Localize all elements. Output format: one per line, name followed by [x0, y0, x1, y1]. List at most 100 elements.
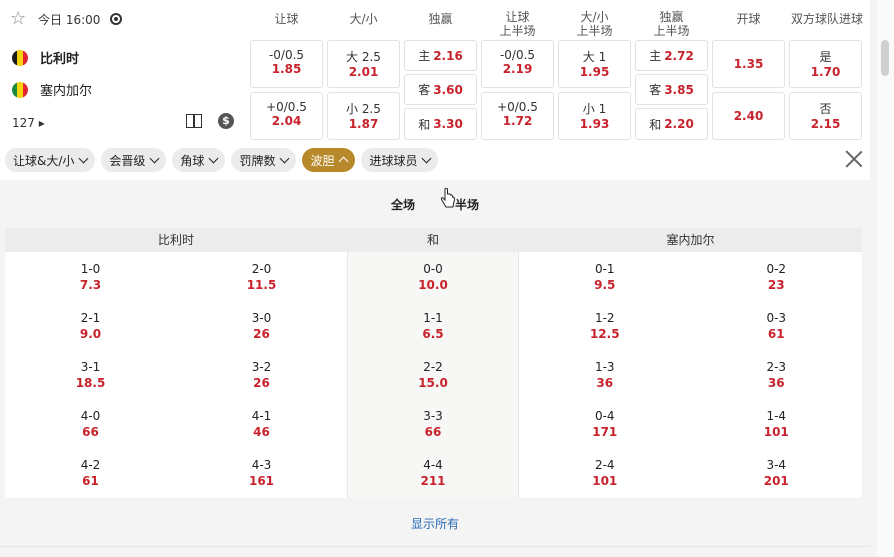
score-odds-button[interactable]: 4-0 66 [5, 399, 176, 448]
score-odds-button[interactable]: 4-1 46 [176, 399, 347, 448]
score-label: 1-4 [766, 409, 787, 423]
score-odds-button[interactable]: 2-4 101 [519, 448, 691, 497]
score-odds-button[interactable]: 0-1 9.5 [519, 252, 691, 301]
score-label: 1-3 [594, 360, 615, 374]
score-odds-button[interactable]: 2-1 9.0 [5, 301, 176, 350]
score-odds-button[interactable]: 1-0 7.3 [5, 252, 176, 301]
odds-button[interactable]: 和 2.20 [635, 108, 708, 140]
filter-chip-cards[interactable]: 罚牌数 [231, 148, 297, 172]
score-label: 4-3 [251, 458, 272, 472]
filter-chip-qualify[interactable]: 会晋级 [101, 148, 167, 172]
score-label: 4-4 [423, 458, 443, 472]
odds-button[interactable]: 小 2.5 1.87 [327, 92, 400, 140]
score-label: 3-4 [766, 458, 787, 472]
col-header-ou: 大/小 [349, 12, 378, 26]
match-time: 今日 16:00 [38, 12, 101, 27]
odds-button[interactable]: 主 2.72 [635, 40, 708, 71]
score-odds-button[interactable]: 0-2 23 [691, 252, 863, 301]
score-odd: 66 [82, 425, 99, 439]
score-odd: 9.5 [594, 278, 616, 292]
odds-button[interactable]: 主 2.16 [404, 40, 477, 71]
score-odd: 9.0 [79, 327, 102, 341]
close-icon[interactable] [845, 150, 863, 168]
belgium-flag-icon [12, 49, 28, 66]
score-label: 0-2 [766, 262, 787, 276]
filter-chip-scorers[interactable]: 进球球员 [361, 148, 439, 172]
score-label: 0-0 [423, 262, 443, 276]
score-odds-button[interactable]: 3-0 26 [176, 301, 347, 350]
score-label: 3-0 [251, 311, 272, 325]
odds-button[interactable]: 和 3.30 [404, 108, 477, 140]
score-odds-button[interactable]: 2-2 15.0 [348, 350, 518, 399]
odds-button[interactable]: 客 3.85 [635, 74, 708, 105]
cashout-icon[interactable]: $ [218, 113, 234, 129]
away-team-name: 塞内加尔 [40, 84, 93, 99]
score-odd: 201 [763, 474, 789, 488]
correct-score-header: 比利时 和 塞内加尔 [5, 228, 862, 252]
odds-button[interactable]: 大 1 1.95 [558, 40, 631, 88]
score-odd: 7.3 [79, 278, 102, 292]
score-odd: 36 [596, 376, 614, 390]
score-odds-button[interactable]: 3-3 66 [348, 399, 518, 448]
live-icon[interactable] [110, 13, 123, 25]
scrollbar-thumb[interactable] [881, 40, 889, 76]
odds-button[interactable]: 客 3.60 [404, 74, 477, 105]
header-away: 塞内加尔 [666, 233, 715, 247]
score-odd: 18.5 [75, 376, 106, 390]
odds-button[interactable]: +0/0.5 1.72 [481, 92, 554, 140]
odds-button[interactable]: 大 2.5 2.01 [327, 40, 400, 88]
score-odd: 12.5 [589, 327, 620, 341]
score-odds-button[interactable]: 0-4 171 [519, 399, 691, 448]
star-icon[interactable]: ☆ [10, 10, 28, 28]
odds-button[interactable]: +0/0.5 2.04 [250, 92, 323, 140]
score-odds-button[interactable]: 1-3 36 [519, 350, 691, 399]
score-label: 4-0 [80, 409, 101, 423]
score-label: 1-0 [80, 262, 101, 276]
score-label: 3-2 [251, 360, 272, 374]
period-tabs: 全场 半场 [0, 196, 870, 213]
score-odd: 211 [420, 474, 446, 488]
filter-chip-correct-score[interactable]: 波胆 [302, 148, 356, 172]
more-markets-link[interactable]: 127 ▸ [12, 116, 45, 130]
score-odds-button[interactable]: 1-1 6.5 [348, 301, 518, 350]
score-odds-button[interactable]: 4-3 161 [176, 448, 347, 497]
chevron-down-icon [280, 153, 290, 163]
odds-button[interactable]: -0/0.5 1.85 [250, 40, 323, 88]
score-odds-button[interactable]: 0-0 10.0 [348, 252, 518, 301]
score-odds-button[interactable]: 3-1 18.5 [5, 350, 176, 399]
odds-button[interactable]: 小 1 1.93 [558, 92, 631, 140]
scrollbar[interactable] [877, 0, 894, 557]
odds-button[interactable]: 是 1.70 [789, 40, 862, 88]
score-odds-button[interactable]: 2-0 11.5 [176, 252, 347, 301]
show-all-link[interactable]: 显示所有 [0, 515, 870, 532]
filter-chip-hdp-ou[interactable]: 让球&大/小 [5, 148, 96, 172]
score-odds-button[interactable]: 3-2 26 [176, 350, 347, 399]
score-odds-button[interactable]: 4-2 61 [5, 448, 176, 497]
col-header-hdp: 让球 [274, 12, 299, 26]
score-odds-button[interactable]: 0-3 61 [691, 301, 863, 350]
score-odds-button[interactable]: 1-2 12.5 [519, 301, 691, 350]
score-odd: 15.0 [418, 376, 448, 390]
score-label: 0-3 [766, 311, 787, 325]
score-odds-button[interactable]: 3-4 201 [691, 448, 863, 497]
header-draw: 和 [426, 233, 439, 247]
odds-button[interactable]: -0/0.5 2.19 [481, 40, 554, 88]
col-header-kickoff: 开球 [736, 12, 761, 26]
away-team: 塞内加尔 [12, 80, 92, 99]
odds-button[interactable]: 2.40 [712, 92, 785, 140]
score-odds-button[interactable]: 4-4 211 [348, 448, 518, 497]
match-header: ☆ 今日 16:00 [10, 10, 123, 28]
score-label: 0-1 [594, 262, 615, 276]
odds-button[interactable]: 1.35 [712, 40, 785, 88]
tab-half-time[interactable]: 半场 [455, 196, 479, 213]
correct-score-grid: 比利时 和 塞内加尔 1-0 7.3 2-1 9.0 3-1 18.5 4-0 66 4-2 61… [5, 228, 862, 498]
odds-button[interactable]: 否 2.15 [789, 92, 862, 140]
filter-chip-corners[interactable]: 角球 [172, 148, 226, 172]
score-odds-button[interactable]: 2-3 36 [691, 350, 863, 399]
home-team-name: 比利时 [40, 52, 80, 67]
score-label: 1-1 [423, 311, 443, 325]
score-odd: 36 [767, 376, 785, 390]
pitch-icon[interactable] [186, 114, 202, 128]
score-odds-button[interactable]: 1-4 101 [691, 399, 863, 448]
tab-full-time[interactable]: 全场 [391, 196, 415, 213]
